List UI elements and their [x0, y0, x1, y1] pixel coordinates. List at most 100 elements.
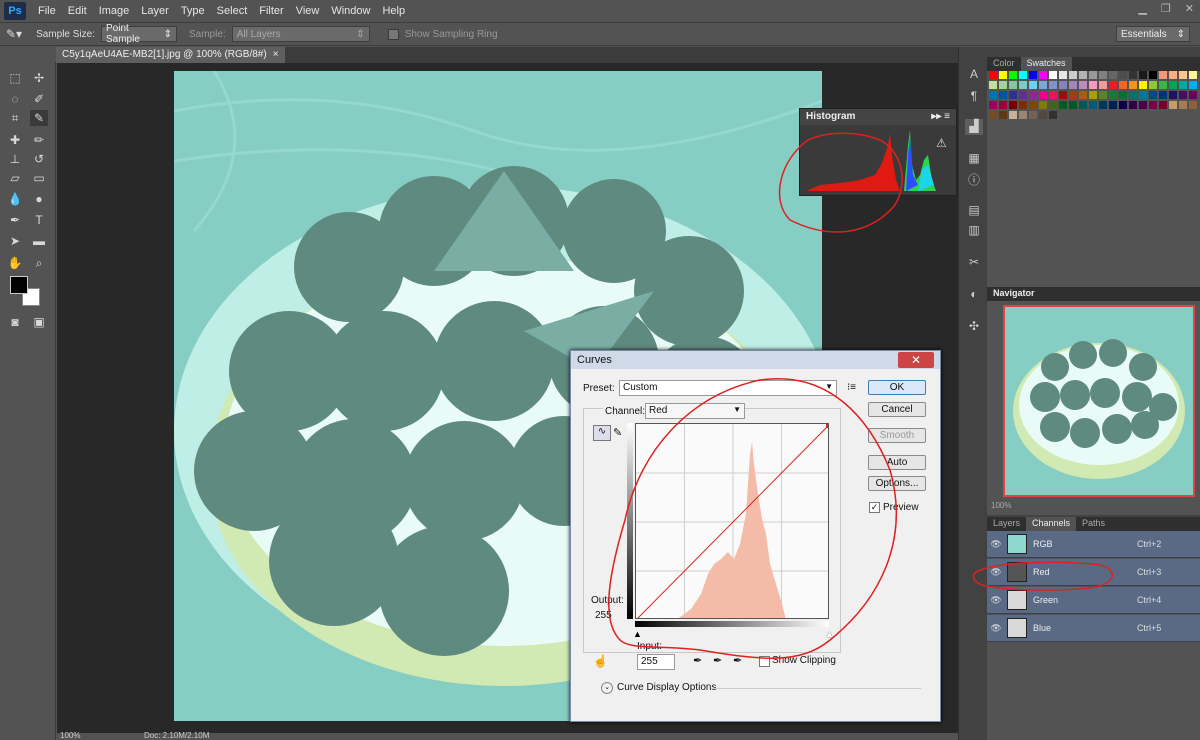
curve-graph[interactable] — [635, 423, 829, 619]
color-swatch[interactable] — [989, 101, 997, 109]
color-swatch[interactable] — [1099, 91, 1107, 99]
color-swatch[interactable] — [1039, 111, 1047, 119]
workspace-select[interactable]: Essentials ⇕ — [1116, 26, 1190, 42]
panel-menu-icon[interactable]: ▸▸ ≡ — [931, 111, 950, 123]
color-swatch[interactable] — [1129, 101, 1137, 109]
color-swatch[interactable] — [989, 81, 997, 89]
channel-row-rgb[interactable]: 👁 RGB Ctrl+2 — [987, 531, 1200, 558]
color-swatch[interactable] — [1169, 101, 1177, 109]
color-swatch[interactable] — [1029, 81, 1037, 89]
ok-button[interactable]: OK — [868, 380, 926, 395]
color-swatch[interactable] — [1099, 81, 1107, 89]
color-swatch[interactable] — [1119, 91, 1127, 99]
color-swatch[interactable] — [1069, 71, 1077, 79]
menu-window[interactable]: Window — [325, 5, 376, 17]
tab-paths[interactable]: Paths — [1076, 517, 1111, 531]
preset-options-icon[interactable]: ⁝≡ — [847, 382, 856, 393]
sample-size-select[interactable]: Point Sample ⇕ — [101, 23, 177, 45]
color-swatch[interactable] — [1189, 71, 1197, 79]
color-swatch[interactable] — [1049, 91, 1057, 99]
brush-presets-icon[interactable]: ✣ — [965, 319, 983, 335]
color-swatch[interactable] — [999, 91, 1007, 99]
cancel-button[interactable]: Cancel — [868, 402, 926, 417]
color-swatch[interactable] — [1059, 101, 1067, 109]
restore-icon[interactable]: ❐ — [1161, 2, 1171, 15]
quick-mask-icon[interactable]: ◙ — [6, 314, 24, 330]
color-swatch[interactable] — [989, 71, 997, 79]
color-swatch[interactable] — [1129, 91, 1137, 99]
expand-options-icon[interactable]: ⌄ — [601, 682, 613, 694]
rectangle-tool-icon[interactable]: ▬ — [30, 233, 48, 249]
color-swatch[interactable] — [1179, 91, 1187, 99]
move-tool-icon[interactable]: ✢ — [30, 70, 48, 86]
color-swatch[interactable] — [1049, 71, 1057, 79]
pencil-draw-tool-icon[interactable]: ✎ — [613, 426, 622, 439]
color-swatch[interactable] — [1059, 71, 1067, 79]
dodge-tool-icon[interactable]: ● — [30, 191, 48, 207]
adjustments-panel-icon[interactable]: ▦ — [965, 151, 983, 167]
color-swatch[interactable] — [999, 81, 1007, 89]
color-swatch[interactable] — [1189, 81, 1197, 89]
color-swatch[interactable] — [1129, 81, 1137, 89]
color-swatch[interactable] — [1039, 91, 1047, 99]
crop-tool-icon[interactable]: ⌗ — [6, 110, 24, 126]
targeted-adjustment-icon[interactable]: ☝ — [593, 654, 608, 668]
color-swatch[interactable] — [1059, 91, 1067, 99]
eraser-tool-icon[interactable]: ▱ — [6, 170, 24, 186]
color-swatch[interactable] — [1019, 71, 1027, 79]
auto-button[interactable]: Auto — [868, 455, 926, 470]
marquee-tool-icon[interactable]: ⬚ — [6, 70, 24, 86]
color-swatch[interactable] — [1029, 101, 1037, 109]
color-swatch[interactable] — [1159, 71, 1167, 79]
menu-filter[interactable]: Filter — [253, 5, 289, 17]
menu-select[interactable]: Select — [211, 5, 254, 17]
color-swatch[interactable] — [1039, 71, 1047, 79]
menu-image[interactable]: Image — [93, 5, 136, 17]
color-swatch[interactable] — [1149, 81, 1157, 89]
gradient-tool-icon[interactable]: ▭ — [30, 170, 48, 186]
color-swatch[interactable] — [1159, 91, 1167, 99]
color-swatch[interactable] — [1189, 101, 1197, 109]
channel-row-red[interactable]: 👁 Red Ctrl+3 — [987, 559, 1200, 586]
color-swatch[interactable] — [1019, 91, 1027, 99]
close-icon[interactable]: ✕ — [1185, 2, 1194, 15]
color-swatch[interactable] — [1079, 71, 1087, 79]
menu-type[interactable]: Type — [175, 5, 211, 17]
quick-select-tool-icon[interactable]: ✐ — [30, 91, 48, 107]
tab-layers[interactable]: Layers — [987, 517, 1026, 531]
visibility-eye-icon[interactable]: 👁 — [987, 623, 1005, 634]
color-swatch[interactable] — [1059, 81, 1067, 89]
styles-panel-icon[interactable]: ◐ — [965, 287, 983, 303]
tab-channels[interactable]: Channels — [1026, 517, 1077, 531]
color-swatch[interactable] — [1009, 71, 1017, 79]
color-swatch[interactable] — [1159, 81, 1167, 89]
preset-select[interactable]: Custom ▼ — [619, 380, 837, 396]
document-tab[interactable]: C5y1qAeU4AE-MB2[1].jpg @ 100% (RGB/8#) × — [56, 47, 285, 63]
path-selection-tool-icon[interactable]: ➤ — [6, 233, 24, 249]
color-swatch[interactable] — [1109, 71, 1117, 79]
menu-help[interactable]: Help — [376, 5, 411, 17]
color-swatch[interactable] — [1109, 91, 1117, 99]
curves-titlebar[interactable]: Curves ✕ — [571, 351, 940, 369]
channel-row-green[interactable]: 👁 Green Ctrl+4 — [987, 587, 1200, 614]
channel-row-blue[interactable]: 👁 Blue Ctrl+5 — [987, 615, 1200, 642]
color-swatch[interactable] — [1079, 101, 1087, 109]
color-swatch[interactable] — [1069, 81, 1077, 89]
color-swatch[interactable] — [1029, 71, 1037, 79]
color-swatch[interactable] — [1119, 81, 1127, 89]
zoom-tool-icon[interactable]: ⌕ — [30, 255, 48, 271]
visibility-eye-icon[interactable]: 👁 — [987, 595, 1005, 606]
minimize-icon[interactable]: ▁ — [1138, 2, 1146, 15]
foreground-color-swatch[interactable] — [10, 276, 28, 294]
gray-point-eyedropper-icon[interactable]: ✒ — [713, 654, 722, 667]
options-button[interactable]: Options... — [868, 476, 926, 491]
lasso-tool-icon[interactable]: ◌ — [6, 91, 24, 107]
tab-swatches[interactable]: Swatches — [1020, 57, 1072, 71]
color-swatch[interactable] — [1169, 91, 1177, 99]
curve-display-options-label[interactable]: Curve Display Options — [617, 682, 716, 693]
clone-stamp-tool-icon[interactable]: ⊥ — [6, 151, 24, 167]
pen-tool-icon[interactable]: ✒ — [6, 212, 24, 228]
visibility-eye-icon[interactable]: 👁 — [987, 567, 1005, 578]
color-swatch[interactable] — [1089, 91, 1097, 99]
color-swatch[interactable] — [1099, 101, 1107, 109]
